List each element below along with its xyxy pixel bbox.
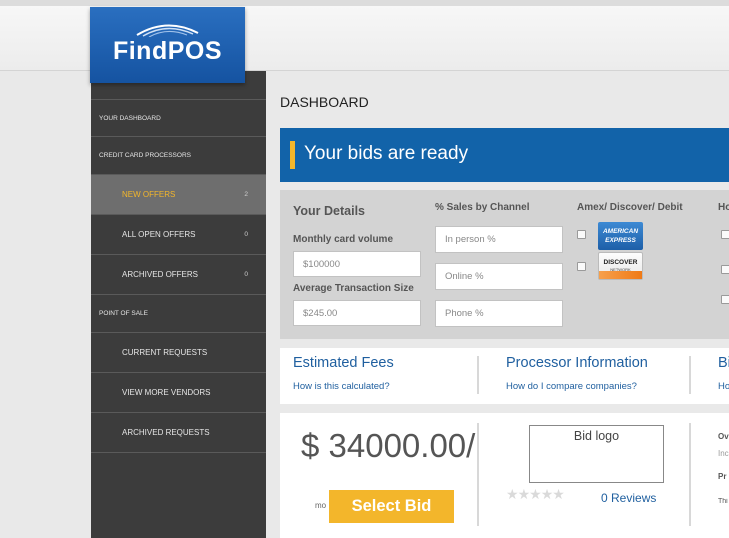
processor-info-title: Processor Information	[506, 355, 648, 371]
bid-price: $ 34000.00/	[301, 427, 476, 464]
bids-ready-banner: Your bids are ready	[280, 128, 729, 182]
sidebar-item-archived-requests[interactable]: ARCHIVED REQUESTS	[91, 413, 266, 453]
pricing-label: Pr	[718, 472, 727, 481]
estimated-fees-title: Estimated Fees	[293, 355, 394, 371]
sidebar-item-label: CREDIT CARD PROCESSORS	[99, 152, 191, 159]
discover-logo: DISCOVER NETWORK	[598, 252, 643, 280]
bid-logo-label: Bid logo	[573, 429, 620, 443]
how-calculated-link[interactable]: How is this calculated?	[293, 381, 390, 392]
sidebar: YOUR DASHBOARD CREDIT CARD PROCESSORS NE…	[91, 71, 266, 538]
sidebar-item-archived-offers[interactable]: ARCHIVED OFFERS 0	[91, 255, 266, 295]
main-content: DASHBOARD Your bids are ready Your Detai…	[280, 71, 729, 538]
discover-stripe	[599, 271, 642, 279]
sidebar-section-point-of-sale[interactable]: POINT OF SALE	[91, 295, 266, 333]
star-icon: ★	[552, 486, 565, 502]
star-icon: ★	[517, 486, 531, 502]
sidebar-item-current-requests[interactable]: CURRENT REQUESTS	[91, 333, 266, 373]
banner-text: Your bids are ready	[304, 143, 469, 164]
sidebar-item-label: POINT OF SALE	[99, 310, 149, 317]
details-heading: Your Details	[293, 204, 366, 218]
logo-text: FindPOS	[112, 37, 223, 65]
logo-swoosh-icon	[136, 24, 199, 37]
sidebar-item-label: YOUR DASHBOARD	[99, 114, 161, 122]
sidebar-item-label: NEW OFFERS	[122, 190, 176, 199]
avg-transaction-input[interactable]: $245.00	[293, 300, 421, 326]
amex-logo: AMERICAN EXPRESS	[598, 222, 643, 250]
third-column-link[interactable]: Ho	[718, 381, 729, 392]
in-person-input[interactable]: In person %	[435, 226, 563, 253]
banner-accent-bar	[290, 141, 295, 169]
bid-logo-box: Bid logo	[529, 425, 664, 483]
offer-count-badge: 0	[244, 231, 248, 238]
sidebar-item-all-open-offers[interactable]: ALL OPEN OFFERS 0	[91, 215, 266, 255]
sidebar-item-label: ARCHIVED OFFERS	[122, 270, 199, 279]
pricing-text: Thi	[718, 498, 728, 505]
offer-count-badge: 0	[244, 271, 248, 278]
star-icon: ★	[540, 486, 554, 502]
findpos-logo[interactable]: FindPOS	[90, 7, 245, 83]
column-divider	[689, 356, 691, 394]
rating-stars: ★★★★★	[506, 486, 565, 503]
star-icon: ★	[506, 486, 519, 502]
sidebar-item-view-more-vendors[interactable]: VIEW MORE VENDORS	[91, 373, 266, 413]
next-column-heading: Ho	[718, 202, 729, 213]
option-checkbox[interactable]	[721, 295, 729, 304]
sidebar-item-label: ALL OPEN OFFERS	[122, 230, 196, 239]
reviews-link[interactable]: 0 Reviews	[601, 491, 656, 505]
sidebar-section-credit-card-processors[interactable]: CREDIT CARD PROCESSORS	[91, 137, 266, 175]
online-input[interactable]: Online %	[435, 263, 563, 290]
sales-channel-heading: % Sales by Channel	[435, 202, 530, 213]
amex-logo-text: AMERICAN EXPRESS	[602, 228, 639, 244]
page-title: DASHBOARD	[280, 94, 369, 110]
overview-label: Ov	[718, 432, 729, 441]
option-checkbox[interactable]	[721, 230, 729, 239]
overview-text: Inc	[718, 449, 729, 458]
sidebar-item-label: CURRENT REQUESTS	[122, 348, 208, 357]
column-divider	[689, 423, 691, 526]
amex-checkbox[interactable]	[577, 230, 586, 239]
price-period: mo	[315, 501, 327, 510]
column-divider	[477, 356, 479, 394]
offer-count-badge: 2	[244, 191, 248, 198]
info-links-row: Estimated Fees How is this calculated? P…	[280, 348, 729, 404]
phone-input[interactable]: Phone %	[435, 300, 563, 327]
sidebar-item-label: VIEW MORE VENDORS	[122, 388, 211, 397]
sidebar-item-label: ARCHIVED REQUESTS	[122, 428, 210, 437]
star-icon: ★	[529, 486, 542, 502]
monthly-volume-input[interactable]: $100000	[293, 251, 421, 277]
card-types-heading: Amex/ Discover/ Debit	[577, 202, 683, 213]
your-details-panel: Your Details Monthly card volume $100000…	[280, 190, 729, 339]
sidebar-item-new-offers[interactable]: NEW OFFERS 2	[91, 175, 266, 215]
discover-checkbox[interactable]	[577, 262, 586, 271]
compare-companies-link[interactable]: How do I compare companies?	[506, 381, 637, 392]
avg-transaction-label: Average Transaction Size	[293, 283, 414, 294]
bid-card: $ 34000.00/ mo Select Bid Bid logo ★★★★★…	[280, 413, 729, 538]
column-divider	[477, 423, 479, 526]
monthly-volume-label: Monthly card volume	[293, 234, 394, 245]
select-bid-button[interactable]: Select Bid	[329, 490, 454, 523]
sidebar-item-your-dashboard[interactable]: YOUR DASHBOARD	[91, 99, 266, 137]
third-column-title: Bi	[718, 355, 729, 371]
discover-logo-text: DISCOVER	[603, 259, 638, 266]
option-checkbox[interactable]	[721, 265, 729, 274]
